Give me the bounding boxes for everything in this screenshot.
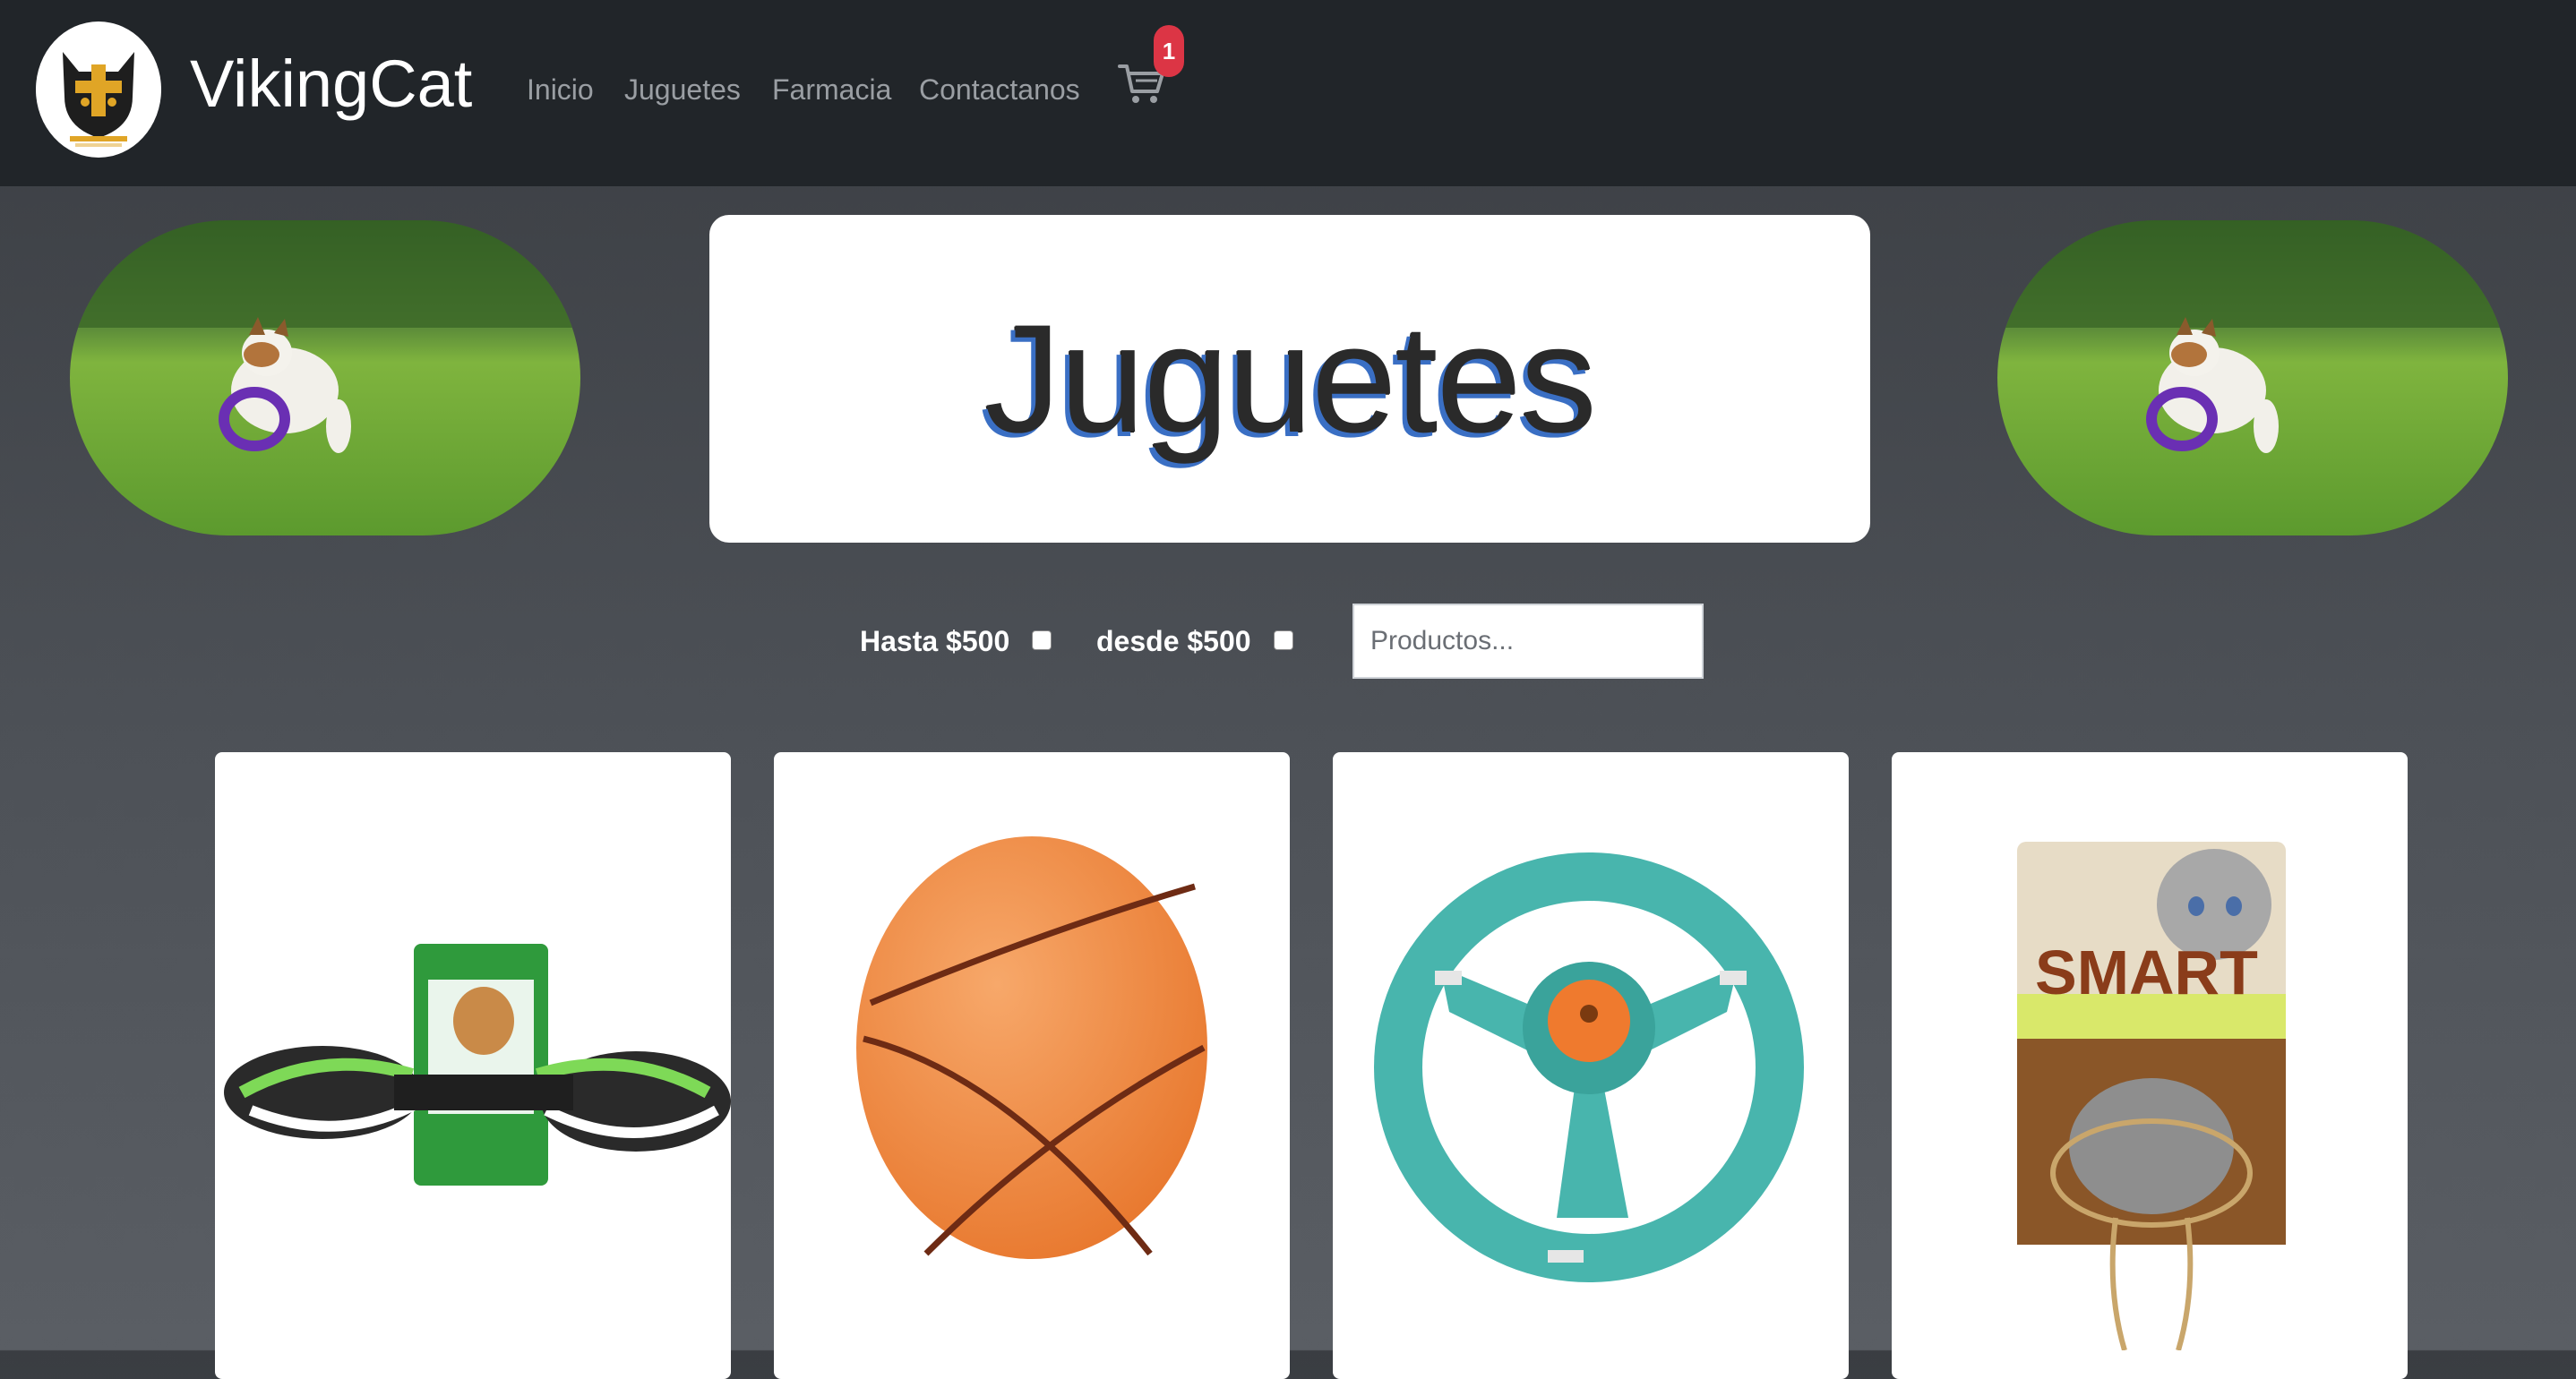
product-search-input[interactable]	[1352, 604, 1704, 679]
viking-cat-logo[interactable]	[36, 21, 161, 158]
hero-right-image	[1997, 220, 2508, 535]
svg-text:SMART: SMART	[2035, 938, 2258, 1007]
nav-inicio[interactable]: Inicio	[527, 70, 594, 109]
navbar: VikingCat Inicio Juguetes Farmacia Conta…	[0, 0, 2576, 186]
product-card[interactable]	[1333, 752, 1849, 1379]
basketball-toy-image	[856, 836, 1207, 1259]
brand-name[interactable]: VikingCat	[190, 39, 472, 129]
hero-left-image	[70, 220, 580, 535]
product-card[interactable]	[215, 752, 731, 1379]
filter-max-label: Hasta $500	[860, 625, 1010, 657]
smart-mouse-toy-image: SMART	[2017, 842, 2286, 1350]
nav-farmacia[interactable]: Farmacia	[772, 70, 891, 109]
cart-count-badge: 1	[1154, 25, 1184, 77]
filter-max-checkbox[interactable]	[1032, 630, 1052, 650]
filter-min-checkbox[interactable]	[1274, 630, 1293, 650]
product-card[interactable]	[774, 752, 1290, 1379]
nav-juguetes[interactable]: Juguetes	[624, 70, 741, 109]
product-card[interactable]: SMART	[1892, 752, 2408, 1379]
hero-title-card: Juguetes	[709, 215, 1870, 543]
nav-contactanos[interactable]: Contactanos	[919, 70, 1080, 109]
page-title: Juguetes	[983, 293, 1597, 465]
filter-min-label: desde $500	[1096, 625, 1251, 657]
ring-frisbee-toy-image	[1374, 852, 1804, 1282]
rope-toy-image	[224, 944, 731, 1186]
